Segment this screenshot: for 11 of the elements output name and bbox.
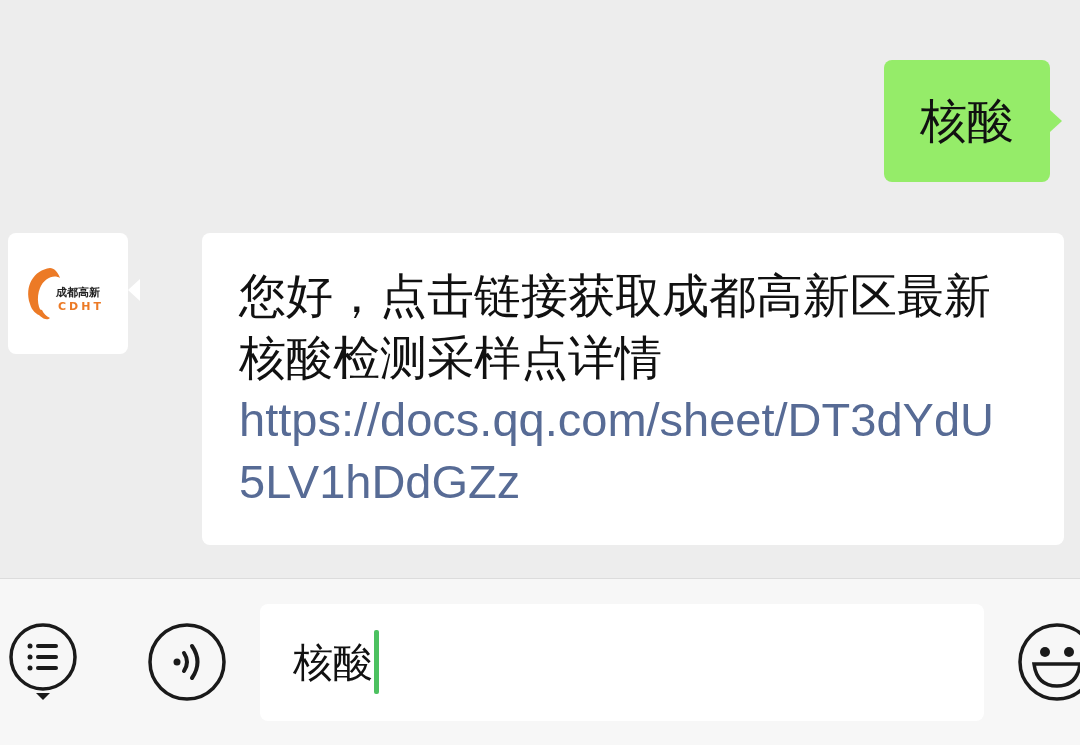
sent-message-bubble: 核酸 xyxy=(884,60,1050,182)
input-field[interactable]: 核酸 xyxy=(260,603,984,721)
message-link[interactable]: https://docs.qq.com/sheet/DT3dYdU5LV1hDdGZz xyxy=(239,389,1020,513)
avatar[interactable]: 成都高新 CDHT xyxy=(8,233,128,354)
voice-icon[interactable] xyxy=(147,622,227,702)
bubble-tail xyxy=(1050,110,1062,132)
emoji-icon[interactable] xyxy=(1017,622,1080,702)
menu-icon[interactable] xyxy=(8,622,80,702)
message-text: 您好，点击链接获取成都高新区最新核酸检测采样点详情 xyxy=(239,268,991,385)
logo-drawing: 成都高新 CDHT xyxy=(20,263,116,324)
text-cursor xyxy=(374,630,379,694)
